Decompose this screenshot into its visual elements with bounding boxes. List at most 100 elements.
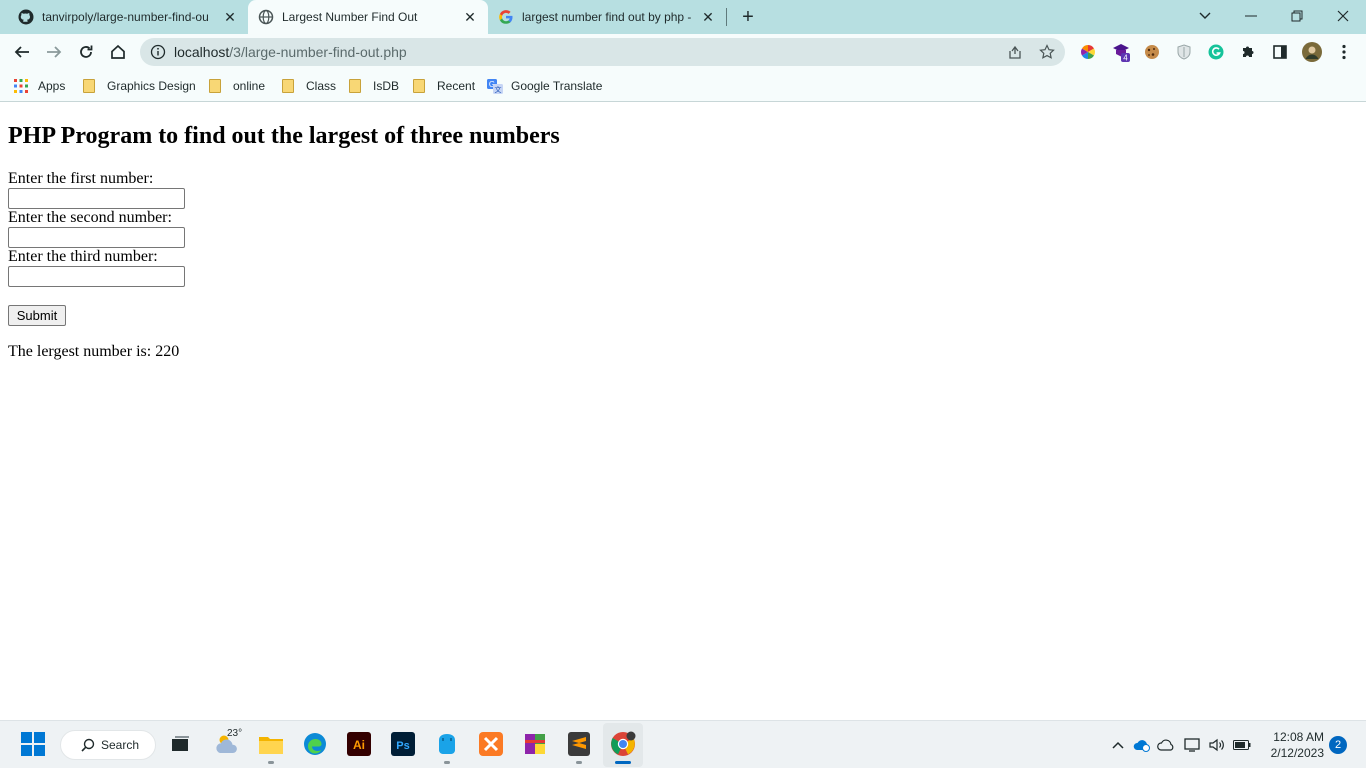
task-view-icon[interactable] xyxy=(167,731,193,757)
windows-start-icon[interactable] xyxy=(20,731,46,757)
svg-text:Ps: Ps xyxy=(396,740,409,752)
tab-title: largest number find out by php - xyxy=(522,10,692,24)
folder-icon xyxy=(83,79,95,93)
github-icon xyxy=(18,9,34,25)
xampp-icon[interactable] xyxy=(478,731,504,757)
profile-avatar[interactable] xyxy=(1302,42,1322,62)
svg-text:Ai: Ai xyxy=(353,738,365,752)
close-tab-icon[interactable]: ✕ xyxy=(700,9,716,25)
bookmark-google-translate[interactable]: G文 Google Translate xyxy=(487,76,602,96)
file-explorer-icon[interactable] xyxy=(258,731,284,757)
globe-icon xyxy=(258,9,274,25)
bookmark-class[interactable]: Class xyxy=(282,76,336,96)
taskbar: Search 23° Ai Ps 12:08 AM 2/12/2023 2 xyxy=(0,720,1366,768)
reload-icon[interactable] xyxy=(74,40,98,64)
second-number-label: Enter the second number: xyxy=(8,209,172,226)
tab-github[interactable]: tanvirpoly/large-number-find-ou ✕ xyxy=(8,0,248,34)
folder-icon xyxy=(209,79,221,93)
chrome-icon[interactable] xyxy=(610,731,636,757)
page-content: PHP Program to find out the largest of t… xyxy=(0,103,1366,720)
svg-text:文: 文 xyxy=(495,85,502,94)
sublime-text-icon[interactable] xyxy=(566,731,592,757)
search-icon xyxy=(81,738,95,752)
bookmark-label: Graphics Design xyxy=(107,79,196,93)
google-icon xyxy=(499,10,513,24)
url-host: localhost xyxy=(174,44,230,60)
tab-search-chevron-icon[interactable] xyxy=(1193,4,1217,28)
folder-icon xyxy=(282,79,294,93)
restore-icon[interactable] xyxy=(1285,4,1309,28)
show-hidden-icons-chevron-icon[interactable] xyxy=(1108,735,1128,755)
third-number-label: Enter the third number: xyxy=(8,248,158,265)
graduation-cap-extension-icon[interactable]: 4 xyxy=(1111,42,1131,62)
info-icon[interactable] xyxy=(150,44,166,60)
clock-date: 2/12/2023 xyxy=(1270,746,1324,760)
running-indicator xyxy=(576,761,582,764)
photoshop-icon[interactable]: Ps xyxy=(390,731,416,757)
taskbar-clock[interactable]: 12:08 AM 2/12/2023 xyxy=(1258,729,1324,761)
network-icon[interactable] xyxy=(1183,735,1203,755)
bookmark-online[interactable]: online xyxy=(209,76,265,96)
extensions-puzzle-icon[interactable] xyxy=(1238,42,1258,62)
tab-largest-number[interactable]: Largest Number Find Out ✕ xyxy=(248,0,488,34)
result-text: The lergest number is: 220 xyxy=(8,343,180,360)
illustrator-icon[interactable]: Ai xyxy=(346,731,372,757)
clock-time: 12:08 AM xyxy=(1273,730,1324,744)
notification-badge[interactable]: 2 xyxy=(1329,736,1347,754)
extension-badge: 4 xyxy=(1123,54,1128,63)
bookmark-label: Recent xyxy=(437,79,476,93)
winrar-icon[interactable] xyxy=(522,731,548,757)
folder-icon xyxy=(413,79,425,93)
color-wheel-extension-icon[interactable] xyxy=(1078,42,1098,62)
bookmark-label: Apps xyxy=(38,79,66,93)
apps-grid-icon xyxy=(14,79,28,93)
submit-button[interactable]: Submit xyxy=(8,305,66,326)
close-window-icon[interactable] xyxy=(1331,4,1355,28)
search-label: Search xyxy=(101,738,140,752)
weather-temp: 23° xyxy=(227,728,243,739)
bookmarks-bar: Apps Graphics Design online Class IsDB R… xyxy=(0,70,1366,102)
forward-arrow-icon[interactable] xyxy=(42,40,66,64)
tab-divider xyxy=(726,8,727,26)
cookie-extension-icon[interactable] xyxy=(1142,42,1162,62)
running-indicator xyxy=(268,761,274,764)
battery-icon[interactable] xyxy=(1232,735,1252,755)
minimize-icon[interactable] xyxy=(1239,4,1263,28)
bookmark-apps[interactable]: Apps xyxy=(14,76,65,96)
bookmark-label: IsDB xyxy=(373,79,400,93)
grammarly-icon[interactable] xyxy=(1206,42,1226,62)
second-number-input[interactable] xyxy=(8,227,185,248)
taskbar-search[interactable]: Search xyxy=(60,730,156,760)
back-arrow-icon[interactable] xyxy=(10,40,34,64)
edge-icon[interactable] xyxy=(302,731,328,757)
app-store-icon[interactable] xyxy=(434,731,460,757)
browser-toolbar: localhost/3/large-number-find-out.php 4 xyxy=(0,34,1366,70)
side-panel-icon[interactable] xyxy=(1270,42,1290,62)
first-number-input[interactable] xyxy=(8,188,185,209)
cloud-icon[interactable] xyxy=(1156,735,1176,755)
new-tab-icon[interactable]: + xyxy=(737,6,759,28)
shield-extension-icon[interactable] xyxy=(1174,42,1194,62)
active-indicator xyxy=(615,761,631,764)
translate-icon: G文 xyxy=(487,79,503,94)
bookmark-recent[interactable]: Recent xyxy=(413,76,475,96)
close-tab-icon[interactable]: ✕ xyxy=(462,9,478,25)
bookmark-graphics-design[interactable]: Graphics Design xyxy=(83,76,196,96)
running-indicator xyxy=(444,761,450,764)
bookmark-star-icon[interactable] xyxy=(1039,44,1055,60)
third-number-input[interactable] xyxy=(8,266,185,287)
tab-title: tanvirpoly/large-number-find-ou xyxy=(42,10,209,24)
close-tab-icon[interactable]: ✕ xyxy=(222,9,238,25)
share-icon[interactable] xyxy=(1007,44,1023,60)
bookmark-isdb[interactable]: IsDB xyxy=(349,76,399,96)
address-bar[interactable]: localhost/3/large-number-find-out.php xyxy=(140,38,1065,66)
menu-kebab-icon[interactable] xyxy=(1334,42,1354,62)
tab-strip: tanvirpoly/large-number-find-ou ✕ Larges… xyxy=(0,0,1366,34)
onedrive-sync-icon[interactable] xyxy=(1132,735,1152,755)
volume-icon[interactable] xyxy=(1207,735,1227,755)
url-path: /3/large-number-find-out.php xyxy=(229,44,407,60)
home-icon[interactable] xyxy=(106,40,130,64)
tab-google-search[interactable]: largest number find out by php - ✕ xyxy=(488,0,726,34)
bookmark-label: Google Translate xyxy=(511,79,603,93)
bookmark-label: Class xyxy=(306,79,337,93)
